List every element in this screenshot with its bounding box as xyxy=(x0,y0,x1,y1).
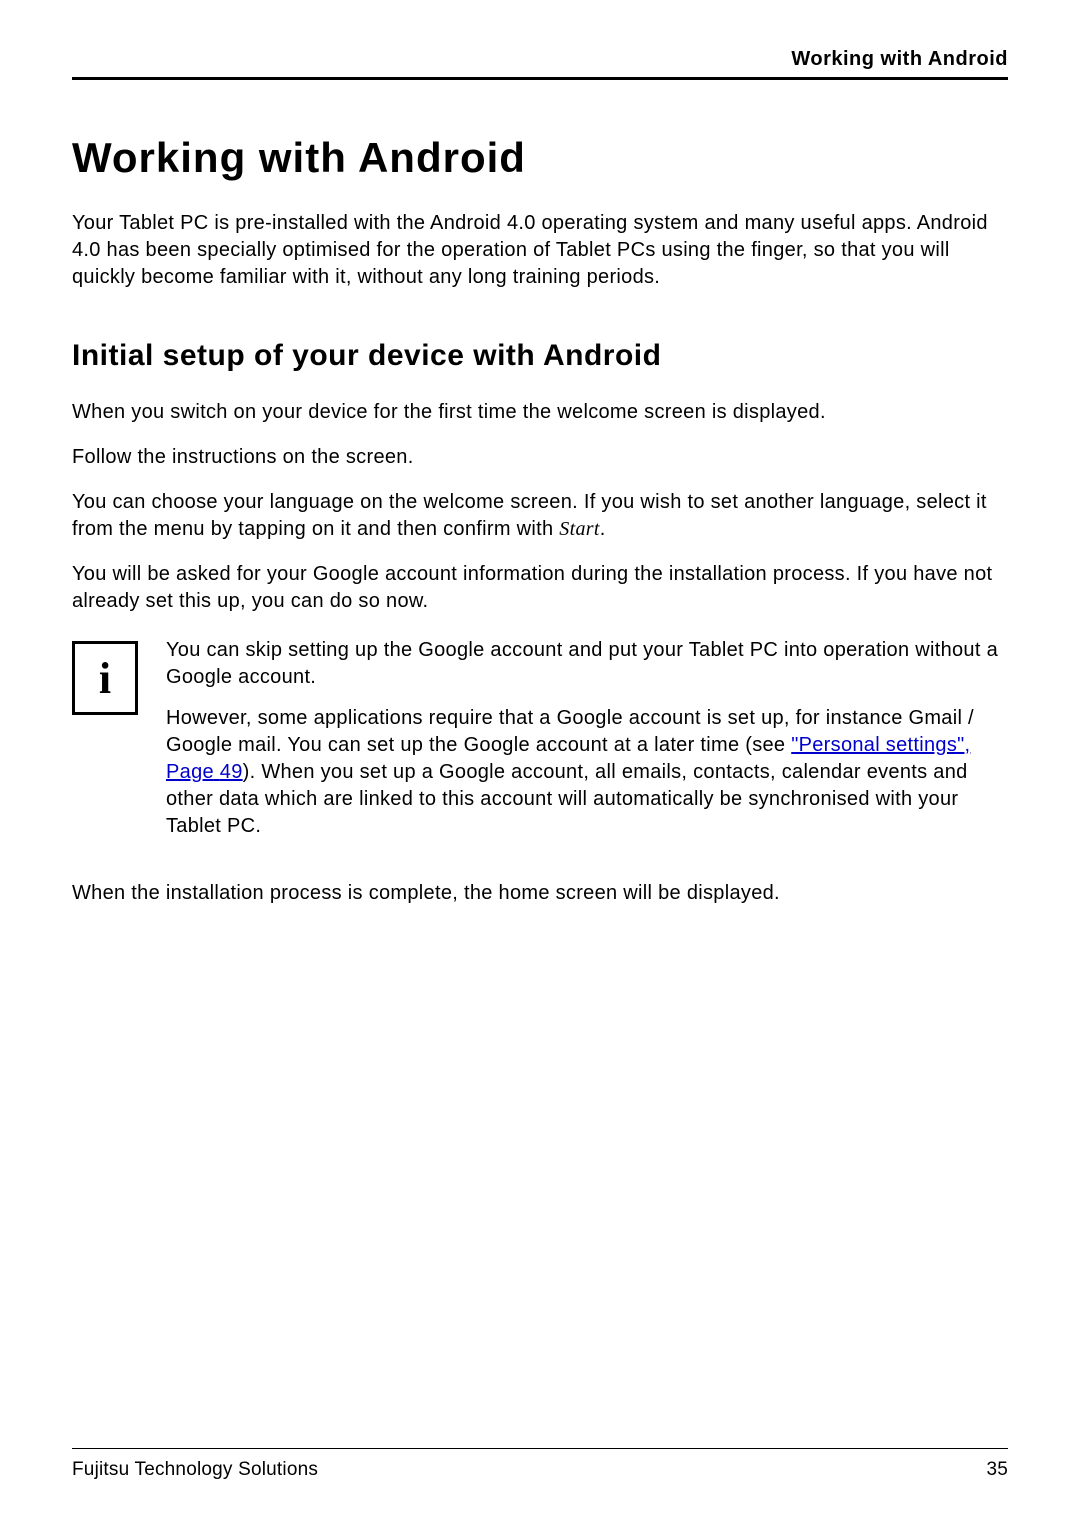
footer-page-number: 35 xyxy=(986,1459,1008,1481)
page-footer: Fujitsu Technology Solutions 35 xyxy=(72,1448,1008,1481)
intro-paragraph: Your Tablet PC is pre-installed with the… xyxy=(72,210,1008,291)
info-p2-post: ). When you set up a Google account, all… xyxy=(166,761,968,837)
body-paragraph-3: You can choose your language on the welc… xyxy=(72,489,1008,543)
section-heading: Initial setup of your device with Androi… xyxy=(72,339,1008,373)
body-paragraph-3-pre: You can choose your language on the welc… xyxy=(72,491,987,540)
info-paragraph-1: You can skip setting up the Google accou… xyxy=(166,637,1008,691)
info-icon-glyph: i xyxy=(99,653,111,704)
info-icon: i xyxy=(72,641,138,715)
body-paragraph-4: You will be asked for your Google accoun… xyxy=(72,561,1008,615)
running-header-text: Working with Android xyxy=(791,48,1008,70)
info-callout: i You can skip setting up the Google acc… xyxy=(72,637,1008,854)
after-info-paragraph: When the installation process is complet… xyxy=(72,880,1008,907)
info-paragraph-2: However, some applications require that … xyxy=(166,705,1008,840)
start-keyword: Start xyxy=(559,518,599,540)
footer-company: Fujitsu Technology Solutions xyxy=(72,1459,318,1481)
info-content: You can skip setting up the Google accou… xyxy=(166,637,1008,854)
running-header: Working with Android xyxy=(72,48,1008,80)
body-paragraph-3-post: . xyxy=(600,518,606,540)
body-paragraph-2: Follow the instructions on the screen. xyxy=(72,444,1008,471)
body-paragraph-1: When you switch on your device for the f… xyxy=(72,399,1008,426)
page-title: Working with Android xyxy=(72,134,1008,182)
